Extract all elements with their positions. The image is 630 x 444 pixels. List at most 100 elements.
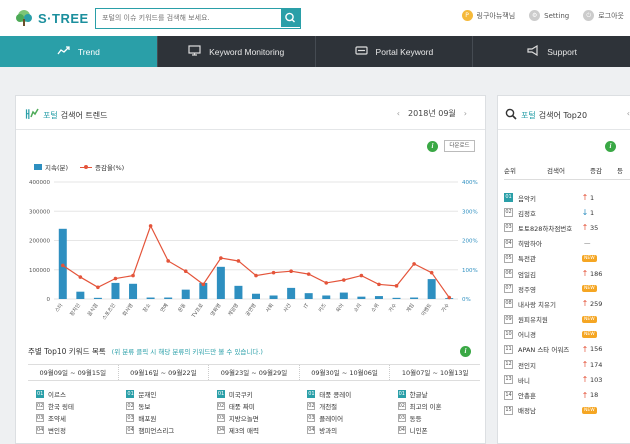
trend-title: 검색어 트렌드 xyxy=(60,110,108,120)
week-keyword-text: 한국 링테 xyxy=(48,403,74,411)
chart-point xyxy=(359,273,364,278)
trend-panel-icon: ㅐ xyxy=(23,108,39,122)
week-keyword-item[interactable]: 01 태풍 콩레이 xyxy=(307,388,389,400)
week-keyword-item[interactable]: 02 동보 xyxy=(126,400,208,412)
next-month-button[interactable]: › xyxy=(464,109,467,118)
week-keyword-text: 개천절 xyxy=(319,403,338,411)
week-keyword-item[interactable]: 02 개천절 xyxy=(307,400,389,412)
chart-bar xyxy=(76,291,85,299)
week-tab-2[interactable]: 09월16일 ~ 09월22일 xyxy=(119,365,210,380)
chart-point xyxy=(148,224,153,228)
rank-change-value: 18 xyxy=(590,391,599,400)
week-keyword-item[interactable]: 01 이르스 xyxy=(36,388,118,400)
week-tab-3[interactable]: 09월23일 ~ 09월29일 xyxy=(209,365,300,380)
week-keyword-item[interactable]: 03 동등 xyxy=(397,412,480,424)
rank-badge: 07 xyxy=(504,284,513,294)
top20-keyword: 토토828하차점번호 xyxy=(518,224,573,233)
top20-row[interactable]: 13 바니 ↑ 103 xyxy=(504,372,630,387)
nav-trend[interactable]: Trend xyxy=(0,36,158,67)
nav-keyword-monitoring[interactable]: Keyword Monitoring xyxy=(158,36,316,67)
weekly-info-icon[interactable]: i xyxy=(460,346,471,357)
power-icon: ⏻ xyxy=(583,10,595,21)
rank-badge: 12 xyxy=(504,360,513,370)
top20-row[interactable]: 02 김정호 ↓ 1 xyxy=(504,205,630,220)
week-keyword-item[interactable]: 02 태풍 짜미 xyxy=(216,400,299,412)
week-keyword-item[interactable]: 03 조약세 xyxy=(36,412,118,424)
week-keyword-text: 최고의 이혼 xyxy=(409,403,442,411)
week-keyword-item[interactable]: 03 배포원 xyxy=(126,412,208,424)
week-keyword-item[interactable]: 01 문재인 xyxy=(126,388,208,400)
week-keyword-item[interactable]: 02 최고의 이혼 xyxy=(397,400,480,412)
rank-badge: 03 xyxy=(504,223,513,233)
top20-row[interactable]: 10 어니경 NEW xyxy=(504,327,630,342)
week-keyword-item[interactable]: 03 지방으놀면 xyxy=(216,412,299,424)
rank-badge: 13 xyxy=(504,375,513,385)
week-keyword-item[interactable]: 01 미국쿠키 xyxy=(216,388,299,400)
legend-bar-swatch xyxy=(34,164,42,170)
week-tab-1[interactable]: 09월09일 ~ 09월15일 xyxy=(28,365,119,380)
top20-table-header: 순위 검색어 증감 등 xyxy=(504,164,630,180)
rank-badge: 02 xyxy=(126,402,135,410)
setting-label: Setting xyxy=(544,11,570,20)
chart-bar xyxy=(129,283,138,299)
search-input[interactable] xyxy=(96,9,282,27)
top20-row[interactable]: 08 내사랑 치유기 ↑ 259 xyxy=(504,296,630,311)
y-right-tick-label: 100% xyxy=(462,268,478,274)
week-keyword-item[interactable]: 03 플레이어 xyxy=(307,412,389,424)
week-keyword-item[interactable]: 04 변인정 xyxy=(36,424,118,436)
chart-bar xyxy=(164,297,173,299)
rank-badge: 01 xyxy=(36,390,44,398)
top20-row[interactable]: 06 엄일김 ↑ 186 xyxy=(504,266,630,281)
top20-row[interactable]: 15 배정남 NEW xyxy=(504,403,630,418)
rank-badge: 06 xyxy=(504,269,513,279)
week-keyword-item[interactable]: 02 한국 링테 xyxy=(36,400,118,412)
chart-bar xyxy=(146,297,155,299)
week-column: 01 미국쿠키 02 태풍 짜미 03 지방으놀면 04 제3의 매력 xyxy=(209,388,299,436)
top20-row[interactable]: 14 안총훈 ↑ 18 xyxy=(504,387,630,402)
info-icon[interactable]: i xyxy=(427,141,438,152)
chart-bar xyxy=(357,296,366,299)
top20-keyword: 원피유치원 xyxy=(518,316,548,325)
week-keyword-item[interactable]: 04 방과의 xyxy=(307,424,389,436)
chart-bar xyxy=(304,293,313,299)
legend-line-label: 증감율(%) xyxy=(95,164,125,172)
top20-row[interactable]: 09 원피유치원 NEW xyxy=(504,312,630,327)
download-button[interactable]: 다운로드 xyxy=(444,140,475,152)
nav-support[interactable]: Support xyxy=(473,36,630,67)
search-button[interactable] xyxy=(281,9,300,27)
top20-row[interactable]: 04 히맘하아 — xyxy=(504,236,630,251)
x-tick-label: 소위 xyxy=(370,302,381,314)
logo[interactable]: S·TREE xyxy=(14,9,89,27)
y-left-tick-label: 200000 xyxy=(29,239,50,245)
week-keyword-text: 동등 xyxy=(409,415,422,423)
top20-row[interactable]: 11 APAN 스타 어워즈 ↑ 156 xyxy=(504,342,630,357)
week-keyword-item[interactable]: 04 챔피언스리그 xyxy=(126,424,208,436)
nav-portal-keyword-label: Portal Keyword xyxy=(375,46,434,57)
current-month: 2018년 09월 xyxy=(407,109,456,118)
week-tab-4[interactable]: 09월30일 ~ 10월06일 xyxy=(300,365,391,380)
chart-point xyxy=(166,259,170,263)
rank-change-value: 1 xyxy=(590,193,595,202)
col-keyword: 검색어 xyxy=(547,167,565,175)
top20-row[interactable]: 05 특전관 NEW xyxy=(504,251,630,266)
rank-change-value: 174 xyxy=(590,360,603,369)
top20-info-icon[interactable]: i xyxy=(605,141,616,152)
nav-portal-keyword[interactable]: Portal Keyword xyxy=(316,36,474,67)
week-keyword-item[interactable]: 04 니인폰 xyxy=(397,424,480,436)
prev-month-button[interactable]: ‹ xyxy=(397,109,400,118)
rank-badge: 04 xyxy=(397,426,406,434)
week-keyword-item[interactable]: 01 한글날 xyxy=(397,388,480,400)
top20-row[interactable]: 07 정주영 NEW xyxy=(504,281,630,296)
divider xyxy=(16,129,485,130)
portal-icon xyxy=(354,45,368,58)
top20-row[interactable]: 12 전인지 ↑ 174 xyxy=(504,357,630,372)
top20-row[interactable]: 01 음악키 ↑ 1 xyxy=(504,190,630,205)
week-tab-5[interactable]: 10월07일 ~ 10월13일 xyxy=(390,365,480,380)
week-keyword-text: 태풍 짜미 xyxy=(228,403,255,411)
week-keyword-item[interactable]: 04 제3의 매력 xyxy=(216,424,299,436)
logout-link[interactable]: ⏻ 로그아웃 xyxy=(583,10,624,21)
top20-row[interactable]: 03 토토828하차점번호 ↑ 35 xyxy=(504,220,630,235)
user-link[interactable]: P 링구아뉴잭님 xyxy=(461,10,515,21)
setting-link[interactable]: ⚙ Setting xyxy=(529,10,569,21)
rank-badge: 03 xyxy=(36,414,44,422)
